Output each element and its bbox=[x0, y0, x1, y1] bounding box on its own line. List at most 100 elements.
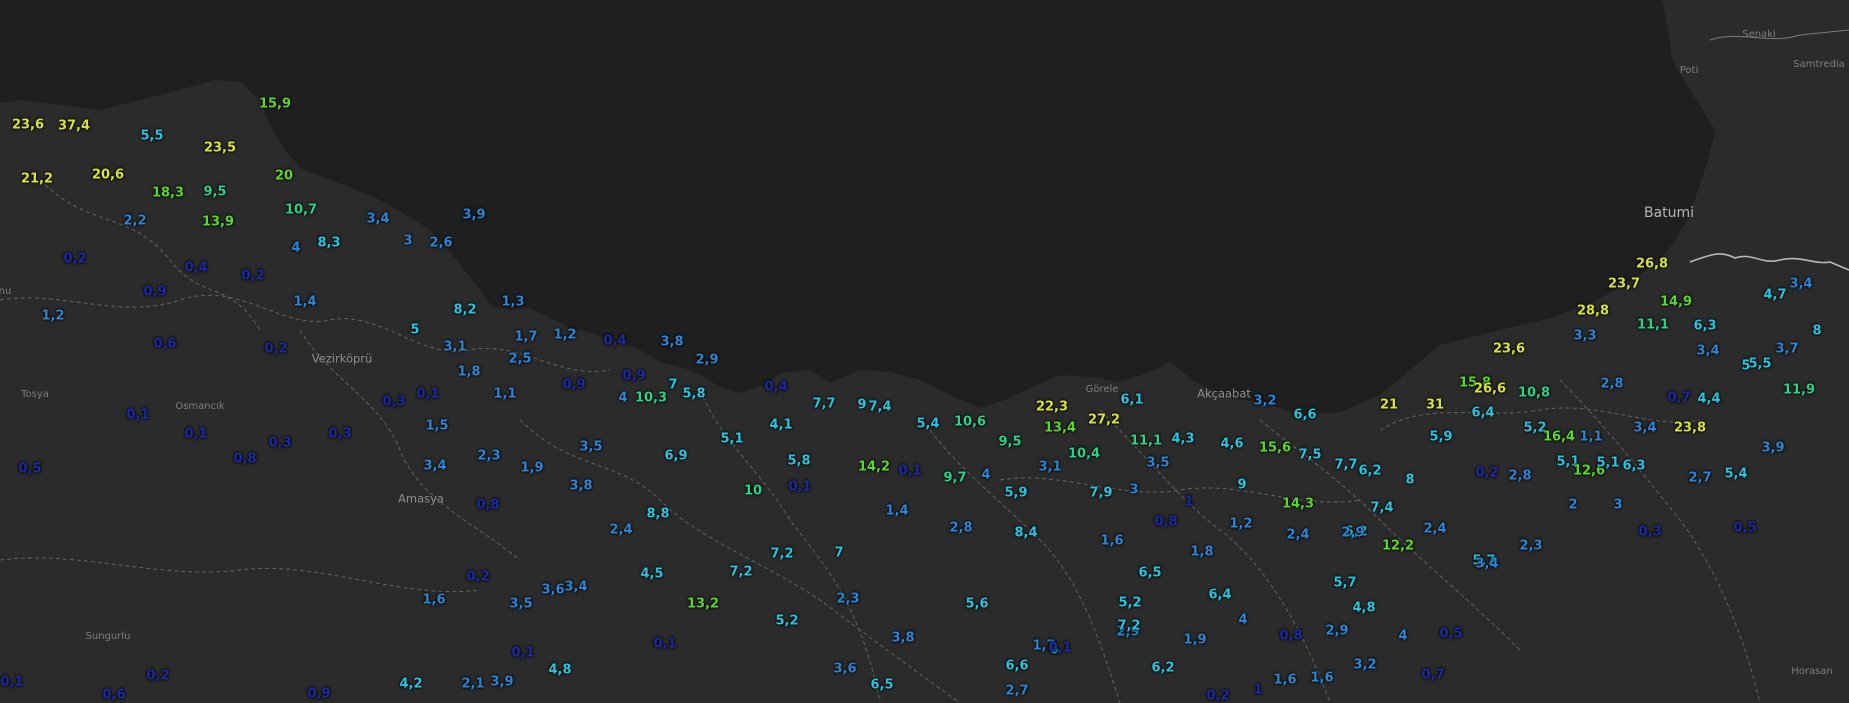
precip-value[interactable]: 6,3 bbox=[1693, 320, 1716, 333]
precip-value[interactable]: 5,8 bbox=[682, 388, 705, 401]
precip-value[interactable]: 0,1 bbox=[126, 409, 149, 422]
precip-value[interactable]: 2,2 bbox=[123, 215, 146, 228]
precip-value[interactable]: 21,2 bbox=[21, 173, 53, 186]
precip-value[interactable]: 14,3 bbox=[1282, 498, 1314, 511]
precip-value[interactable]: 6,6 bbox=[1005, 660, 1028, 673]
precip-value[interactable]: 27,2 bbox=[1088, 414, 1120, 427]
precip-value[interactable]: 4,8 bbox=[548, 664, 571, 677]
precip-value[interactable]: 8,4 bbox=[1014, 527, 1037, 540]
precip-value[interactable]: 2,8 bbox=[1600, 378, 1623, 391]
precip-value[interactable]: 3,4 bbox=[1696, 345, 1719, 358]
precip-value[interactable]: 3,2 bbox=[1353, 659, 1376, 672]
precip-value[interactable]: 9,5 bbox=[203, 186, 226, 199]
precip-value[interactable]: 16,4 bbox=[1543, 431, 1575, 444]
precip-value[interactable]: 23,8 bbox=[1674, 422, 1706, 435]
precip-value[interactable]: 3,5 bbox=[1146, 457, 1169, 470]
precip-value[interactable]: 7,7 bbox=[812, 398, 835, 411]
precip-value[interactable]: 2,5 bbox=[508, 353, 531, 366]
precip-value[interactable]: 4,8 bbox=[1352, 602, 1375, 615]
precip-value[interactable]: 0,5 bbox=[18, 463, 41, 476]
place-horasan[interactable]: Horasan bbox=[1791, 667, 1833, 677]
precip-value[interactable]: 5,2 bbox=[1118, 597, 1141, 610]
precip-value[interactable]: 5,8 bbox=[787, 455, 810, 468]
precip-value[interactable]: 2,4 bbox=[609, 524, 632, 537]
precip-value[interactable]: 2,7 bbox=[1005, 685, 1028, 698]
precip-value[interactable]: 37,4 bbox=[58, 120, 90, 133]
precip-value[interactable]: 10,7 bbox=[285, 204, 317, 217]
precip-value[interactable]: 7,2 bbox=[770, 548, 793, 561]
precip-value[interactable]: 8,8 bbox=[646, 508, 669, 521]
precip-value[interactable]: 2,3 bbox=[477, 450, 500, 463]
precip-value[interactable]: 2,8 bbox=[949, 522, 972, 535]
precip-value[interactable]: 3,9 bbox=[490, 676, 513, 689]
precip-value[interactable]: 3,1 bbox=[1038, 461, 1061, 474]
precip-value[interactable]: 3,6 bbox=[541, 584, 564, 597]
map-canvas[interactable]: Batumi Senaki Poti Samtredia Vezirköprü … bbox=[0, 0, 1849, 703]
precip-value[interactable]: 0,8 bbox=[1279, 630, 1302, 643]
precip-value[interactable]: 0,1 bbox=[898, 465, 921, 478]
precip-value[interactable]: 4,1 bbox=[769, 419, 792, 432]
place-akcaabat[interactable]: Akçaabat bbox=[1197, 388, 1251, 400]
precip-value[interactable]: 7,7 bbox=[1334, 459, 1357, 472]
precip-value[interactable]: 18,3 bbox=[152, 187, 184, 200]
precip-value[interactable]: 0,9 bbox=[143, 286, 166, 299]
precip-value[interactable]: 2,3 bbox=[836, 593, 859, 606]
precip-value[interactable]: 31 bbox=[1426, 399, 1444, 412]
precip-value[interactable]: 0,4 bbox=[603, 335, 626, 348]
precip-value[interactable]: 3,8 bbox=[569, 480, 592, 493]
precip-value[interactable]: 2,9 bbox=[695, 354, 718, 367]
precip-value[interactable]: 10 bbox=[744, 485, 762, 498]
precip-value[interactable]: 0,1 bbox=[511, 647, 534, 660]
precip-value[interactable]: 0,7 bbox=[1667, 392, 1690, 405]
precip-value[interactable]: 13,2 bbox=[687, 598, 719, 611]
precip-value[interactable]: 0,3 bbox=[1638, 526, 1661, 539]
precip-value[interactable]: 23,5 bbox=[204, 142, 236, 155]
precip-value[interactable]: 4,6 bbox=[1220, 438, 1243, 451]
precip-value[interactable]: 2,4 bbox=[1286, 529, 1309, 542]
precip-value[interactable]: 1,6 bbox=[1310, 672, 1333, 685]
precip-value[interactable]: 3 bbox=[1129, 484, 1138, 497]
precip-value[interactable]: 8,2 bbox=[453, 304, 476, 317]
precip-value[interactable]: 5,5 bbox=[1748, 358, 1771, 371]
precip-value[interactable]: 0,4 bbox=[184, 262, 207, 275]
precip-value[interactable]: 4,4 bbox=[1697, 393, 1720, 406]
precip-value[interactable]: 2,6 bbox=[429, 237, 452, 250]
precip-value[interactable]: 6,2 bbox=[1151, 662, 1174, 675]
precip-value[interactable]: 0,9 bbox=[307, 688, 330, 701]
precip-value[interactable]: 3,7 bbox=[1775, 343, 1798, 356]
precip-value[interactable]: 4,7 bbox=[1763, 289, 1786, 302]
precip-value[interactable]: 15,6 bbox=[1259, 442, 1291, 455]
precip-value[interactable]: 1,7 bbox=[514, 331, 537, 344]
precip-value[interactable]: 7,9 bbox=[1089, 487, 1112, 500]
precip-value[interactable]: 0,1 bbox=[184, 428, 207, 441]
precip-value[interactable]: 1,2 bbox=[41, 310, 64, 323]
precip-value[interactable]: 6,1 bbox=[1120, 394, 1143, 407]
precip-value[interactable]: 3,8 bbox=[660, 336, 683, 349]
precip-value[interactable]: 0,8 bbox=[233, 453, 256, 466]
place-samtredia[interactable]: Samtredia bbox=[1793, 60, 1844, 70]
precip-value[interactable]: 0,2 bbox=[264, 343, 287, 356]
precip-value[interactable]: 28,8 bbox=[1577, 305, 1609, 318]
precip-value[interactable]: 4,5 bbox=[640, 568, 663, 581]
place-tosya[interactable]: Tosya bbox=[21, 390, 49, 400]
precip-value[interactable]: 6,4 bbox=[1471, 407, 1494, 420]
precip-value[interactable]: 0,8 bbox=[476, 499, 499, 512]
place-poti[interactable]: Poti bbox=[1680, 66, 1699, 76]
precip-value[interactable]: 3,5 bbox=[509, 598, 532, 611]
precip-value[interactable]: 4 bbox=[981, 469, 990, 482]
precip-value[interactable]: 23,6 bbox=[1493, 343, 1525, 356]
precip-value[interactable]: 1 bbox=[1184, 496, 1193, 509]
precip-value[interactable]: 7,5 bbox=[1298, 449, 1321, 462]
precip-value[interactable]: 1,4 bbox=[885, 505, 908, 518]
precip-value[interactable]: 26,6 bbox=[1474, 383, 1506, 396]
precip-value[interactable]: 9,5 bbox=[998, 436, 1021, 449]
precip-value[interactable]: 3,6 bbox=[833, 663, 856, 676]
precip-value[interactable]: 8 bbox=[1405, 474, 1414, 487]
precip-value[interactable]: 2,1 bbox=[461, 678, 484, 691]
precip-value[interactable]: 6,4 bbox=[1208, 589, 1231, 602]
precip-value[interactable]: 23,6 bbox=[12, 119, 44, 132]
precip-value[interactable]: 1,2 bbox=[1229, 518, 1252, 531]
precip-value[interactable]: 22,3 bbox=[1036, 401, 1068, 414]
precip-value[interactable]: 11,9 bbox=[1783, 384, 1815, 397]
place-batumi[interactable]: Batumi bbox=[1644, 206, 1694, 220]
